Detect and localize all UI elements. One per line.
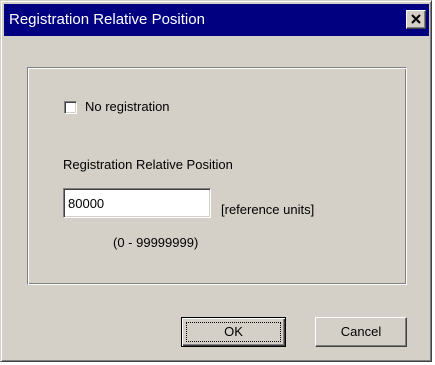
title-bar[interactable]: Registration Relative Position bbox=[4, 4, 429, 36]
no-registration-checkbox[interactable] bbox=[64, 100, 77, 114]
dialog-title: Registration Relative Position bbox=[9, 11, 205, 28]
range-label: (0 - 99999999) bbox=[113, 235, 199, 250]
ok-button-label: OK bbox=[224, 324, 243, 339]
cancel-button-label: Cancel bbox=[340, 324, 382, 339]
cancel-button[interactable]: Cancel bbox=[315, 317, 407, 347]
close-button[interactable] bbox=[406, 10, 426, 29]
no-registration-label[interactable]: No registration bbox=[85, 99, 170, 115]
position-input[interactable] bbox=[63, 188, 211, 218]
position-label: Registration Relative Position bbox=[63, 157, 233, 172]
ok-button[interactable]: OK bbox=[181, 317, 286, 347]
registration-dialog: Registration Relative Position No regist… bbox=[0, 0, 432, 362]
units-label: [reference units] bbox=[221, 202, 315, 217]
close-icon bbox=[411, 14, 421, 24]
no-registration-option[interactable]: No registration bbox=[64, 99, 170, 115]
